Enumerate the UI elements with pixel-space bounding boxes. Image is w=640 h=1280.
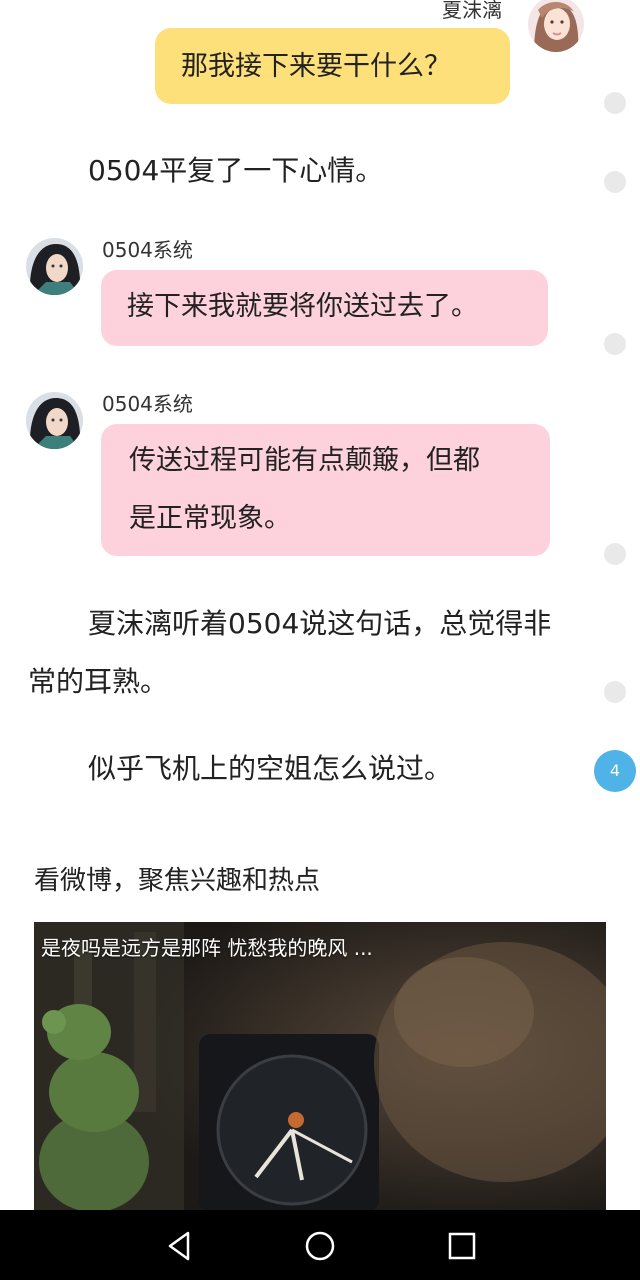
- paragraph-comment-dot[interactable]: [604, 333, 626, 355]
- narration-paragraph-3: 似乎飞机上的空姐怎么说过。: [88, 752, 453, 785]
- chat-bubble-system: 传送过程可能有点颠簸，但都 是正常现象。: [101, 424, 550, 556]
- avatar-system-image: [26, 392, 83, 449]
- narration-paragraph-2-line-1: 夏沫漓听着0504说这句话，总觉得非: [88, 607, 552, 640]
- comment-count: 4: [609, 761, 621, 780]
- narration-paragraph-1: 0504平复了一下心情。: [88, 154, 384, 187]
- chat-bubble-line: 是正常现象。: [129, 503, 291, 534]
- recents-square-icon[interactable]: [442, 1226, 482, 1266]
- speaker-name-system: 0504系统: [102, 238, 193, 262]
- paragraph-comment-dot[interactable]: [604, 171, 626, 193]
- avatar-system[interactable]: [26, 392, 83, 449]
- video-thumbnail-image: [34, 922, 606, 1212]
- paragraph-comment-dot[interactable]: [604, 543, 626, 565]
- home-circle-icon[interactable]: [300, 1226, 340, 1266]
- avatar-user[interactable]: [528, 0, 584, 52]
- narration-paragraph-2-line-2: 常的耳熟。: [28, 665, 169, 698]
- paragraph-comment-dot[interactable]: [604, 92, 626, 114]
- chat-bubble-line: 传送过程可能有点颠簸，但都: [129, 445, 480, 476]
- paragraph-comment-count-badge[interactable]: 4: [594, 750, 636, 792]
- video-caption: 是夜吗是远方是那阵 忧愁我的晚风 ...: [41, 936, 373, 960]
- avatar-system[interactable]: [26, 238, 83, 295]
- avatar-system-image: [26, 238, 83, 295]
- chat-bubble-system: 接下来我就要将你送过去了。: [101, 270, 548, 346]
- avatar-user-image: [528, 0, 584, 52]
- promo-video[interactable]: 是夜吗是远方是那阵 忧愁我的晚风 ...: [34, 922, 606, 1212]
- back-triangle-icon[interactable]: [160, 1226, 200, 1266]
- speaker-name-system: 0504系统: [102, 392, 193, 416]
- system-navigation-bar: [0, 1210, 640, 1280]
- paragraph-comment-dot[interactable]: [604, 681, 626, 703]
- promo-title: 看微博，聚焦兴趣和热点: [34, 866, 321, 896]
- chat-bubble-user: 那我接下来要干什么？: [155, 28, 510, 104]
- speaker-name-user: 夏沫漓: [442, 0, 502, 22]
